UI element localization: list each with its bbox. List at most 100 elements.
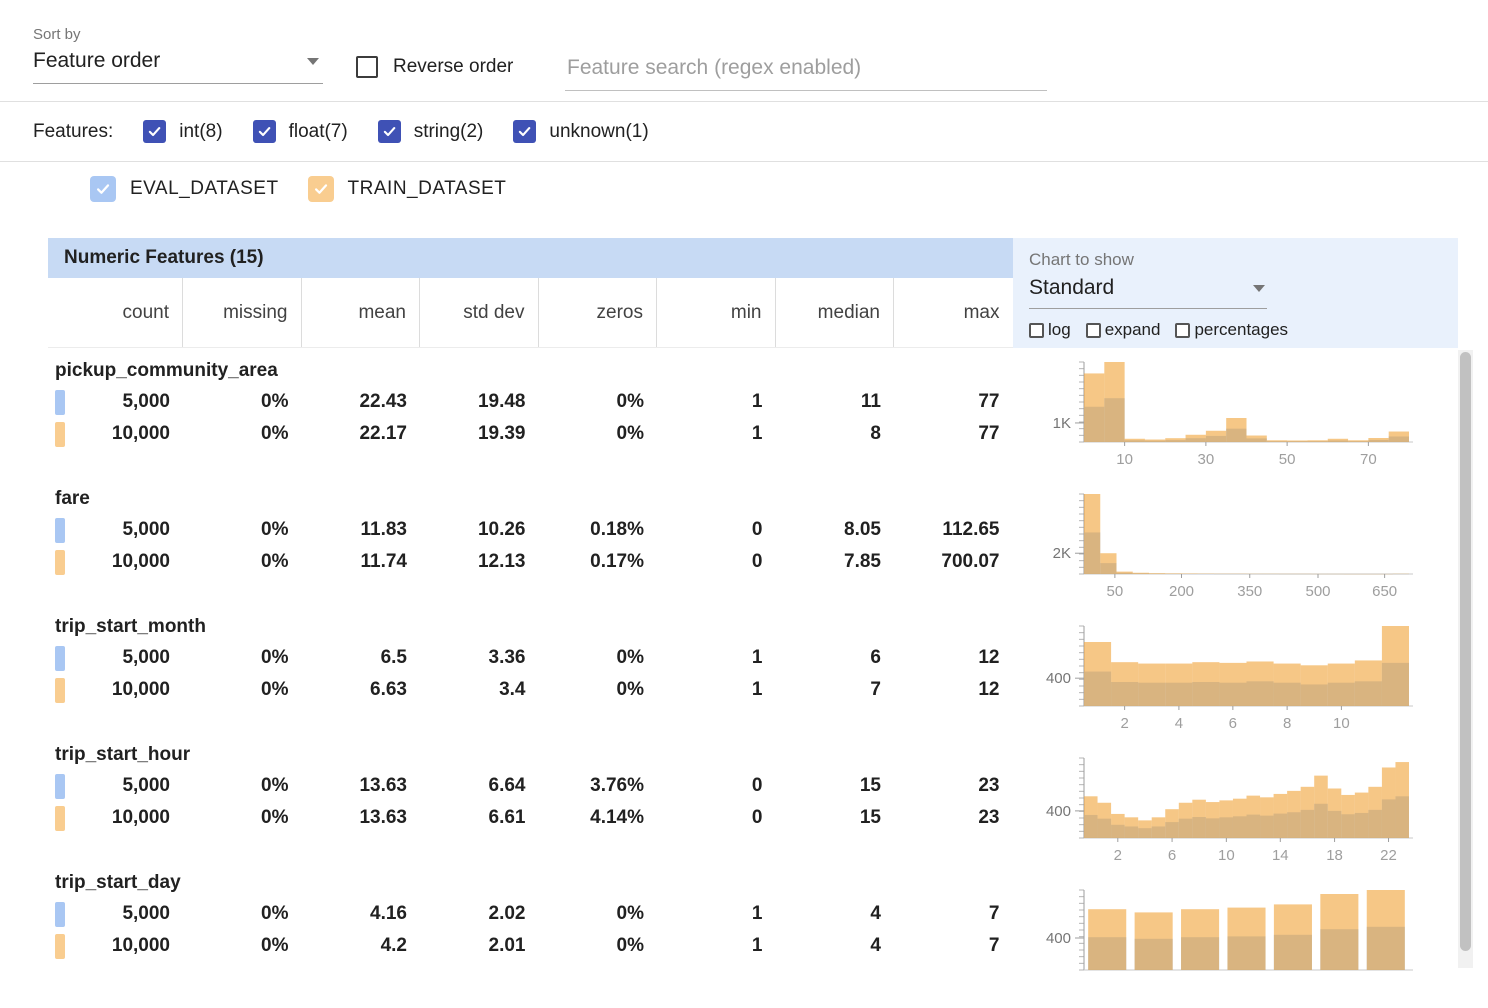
histogram-chart: 1K10305070 [1029, 352, 1434, 476]
stat-value: 4 [776, 903, 895, 925]
stat-first-cell: 10,000 [48, 802, 183, 834]
svg-text:10: 10 [1218, 847, 1235, 864]
reverse-order-control: Reverse order [356, 56, 513, 78]
column-header: std dev [420, 278, 539, 347]
stat-value: 0 [657, 551, 776, 573]
svg-text:2: 2 [1120, 715, 1128, 732]
stat-value: 0% [539, 391, 658, 413]
stat-value: 3.76% [539, 775, 658, 797]
stat-value: 77 [894, 391, 1013, 413]
stat-value: 77 [894, 423, 1013, 445]
stat-value: 22.43 [302, 391, 421, 413]
feature-group: trip_start_hour5,0000%13.636.643.76%0152… [48, 732, 1013, 860]
sort-by-dropdown[interactable]: Feature order [33, 43, 323, 84]
chart-option-checkbox[interactable] [1086, 323, 1101, 338]
stat-value: 2.01 [420, 935, 539, 957]
svg-text:50: 50 [1279, 451, 1296, 468]
dataset-toggle: EVAL_DATASET [90, 176, 279, 202]
scrollbar-thumb[interactable] [1460, 352, 1471, 951]
feature-type-checkbox[interactable] [253, 120, 276, 143]
histogram-chart: 2K50200350500650 [1029, 484, 1434, 608]
svg-text:2: 2 [1114, 847, 1122, 864]
stat-value: 6 [776, 647, 895, 669]
sort-by-value: Feature order [33, 49, 160, 73]
stat-value: 22.17 [302, 423, 421, 445]
scrollbar[interactable] [1458, 350, 1473, 968]
feature-type-checkbox[interactable] [513, 120, 536, 143]
svg-text:400: 400 [1046, 670, 1071, 687]
stat-value: 11.74 [302, 551, 421, 573]
feature-type-checkbox[interactable] [378, 120, 401, 143]
svg-text:8: 8 [1283, 715, 1291, 732]
stat-value: 4.16 [302, 903, 421, 925]
svg-text:14: 14 [1272, 847, 1289, 864]
stat-first-cell: 10,000 [48, 418, 183, 450]
column-header: median [776, 278, 895, 347]
eval-dataset-checkbox[interactable] [90, 176, 116, 202]
feature-histogram: 4002610141822 [1013, 748, 1458, 876]
chart-type-dropdown[interactable]: Standard [1029, 270, 1267, 309]
feature-histogram: 1K10305070 [1013, 352, 1458, 480]
sort-by-control: Sort by Feature order [33, 26, 323, 84]
feature-groups: pickup_community_area5,0000%22.4319.480%… [48, 348, 1013, 988]
features-filter-bar: Features: int(8)float(7)string(2)unknown… [0, 101, 1488, 162]
stat-value: 0 [657, 807, 776, 829]
dataset-color-chip [55, 774, 65, 799]
toolbar: Sort by Feature order Reverse order [0, 0, 1488, 101]
reverse-order-label: Reverse order [393, 56, 513, 78]
reverse-order-checkbox[interactable] [356, 56, 378, 78]
stat-count: 10,000 [65, 423, 183, 445]
stat-row: 5,0000%13.636.643.76%01523 [48, 770, 1013, 802]
stat-count: 10,000 [65, 551, 183, 573]
feature-name: fare [48, 484, 1013, 514]
histogram-chart: 400246810 [1029, 616, 1434, 740]
svg-text:350: 350 [1237, 583, 1262, 600]
stat-first-cell: 5,000 [48, 770, 183, 802]
stat-count: 5,000 [65, 775, 183, 797]
stat-value: 6.5 [302, 647, 421, 669]
facets-overview: Numeric Features (15) countmissingmeanst… [48, 238, 1458, 1008]
stat-value: 0% [183, 679, 302, 701]
stat-value: 15 [776, 775, 895, 797]
stat-value: 8.05 [776, 519, 895, 541]
stat-row: 10,0000%11.7412.130.17%07.85700.07 [48, 546, 1013, 578]
stat-value: 13.63 [302, 807, 421, 829]
feature-name: trip_start_day [48, 868, 1013, 898]
stat-value: 0% [183, 903, 302, 925]
feature-type-filter: float(7) [253, 120, 348, 143]
chart-option-checkboxes: logexpandpercentages [1029, 320, 1458, 340]
feature-search-input[interactable] [565, 54, 1047, 91]
stat-value: 12.13 [420, 551, 539, 573]
stat-value: 0% [183, 807, 302, 829]
svg-text:400: 400 [1046, 803, 1071, 820]
stat-value: 0% [183, 423, 302, 445]
dataset-color-chip [55, 806, 65, 831]
stat-value: 13.63 [302, 775, 421, 797]
stat-value: 0% [183, 391, 302, 413]
stat-value: 0% [183, 551, 302, 573]
feature-type-filter-label: int(8) [179, 121, 222, 143]
chart-option-label: expand [1105, 320, 1161, 340]
dataset-color-chip [55, 902, 65, 927]
stat-value: 0.17% [539, 551, 658, 573]
histogram-chart: 4002610141822 [1029, 748, 1434, 872]
svg-text:200: 200 [1169, 583, 1194, 600]
stat-value: 0% [183, 775, 302, 797]
stat-value: 6.61 [420, 807, 539, 829]
stat-first-cell: 10,000 [48, 674, 183, 706]
stat-value: 3.4 [420, 679, 539, 701]
dataset-color-chip [55, 678, 65, 703]
feature-name: trip_start_month [48, 612, 1013, 642]
stat-first-cell: 5,000 [48, 514, 183, 546]
chart-option-checkbox[interactable] [1175, 323, 1190, 338]
stat-row: 5,0000%6.53.360%1612 [48, 642, 1013, 674]
stat-value: 6.64 [420, 775, 539, 797]
chart-option-checkbox[interactable] [1029, 323, 1044, 338]
dataset-name: EVAL_DATASET [130, 178, 279, 200]
svg-text:10: 10 [1116, 451, 1133, 468]
feature-type-checkbox[interactable] [143, 120, 166, 143]
chart-option-expand: expand [1086, 320, 1161, 340]
column-header: mean [302, 278, 421, 347]
train-dataset-checkbox[interactable] [308, 176, 334, 202]
column-header: count [48, 278, 183, 347]
